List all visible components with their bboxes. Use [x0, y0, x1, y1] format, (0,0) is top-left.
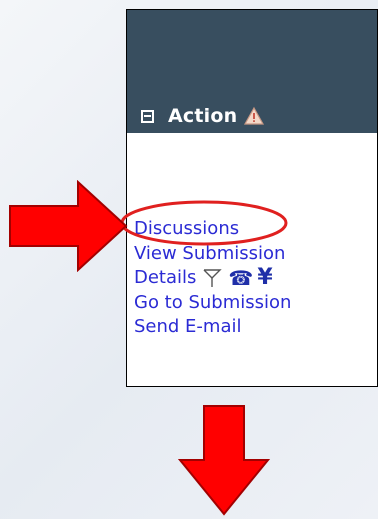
flag-outline-icon[interactable] [202, 267, 223, 289]
telephone-icon[interactable]: ☎ [228, 266, 253, 291]
arrow-down-icon [177, 405, 271, 516]
arrow-right-icon [9, 180, 128, 272]
warning-triangle-icon [244, 106, 265, 125]
panel-title: Action [168, 105, 238, 127]
highlight-ellipse [120, 200, 288, 246]
send-email-link[interactable]: Send E-mail [134, 315, 291, 340]
details-link[interactable]: Details [134, 266, 196, 291]
panel-header: Action [127, 10, 377, 133]
go-to-submission-link[interactable]: Go to Submission [134, 291, 291, 316]
collapse-square-icon[interactable] [141, 109, 154, 123]
header-row: Action [141, 105, 265, 127]
yen-icon[interactable]: ¥ [257, 265, 272, 291]
details-row: Details ☎ ¥ [134, 265, 291, 291]
